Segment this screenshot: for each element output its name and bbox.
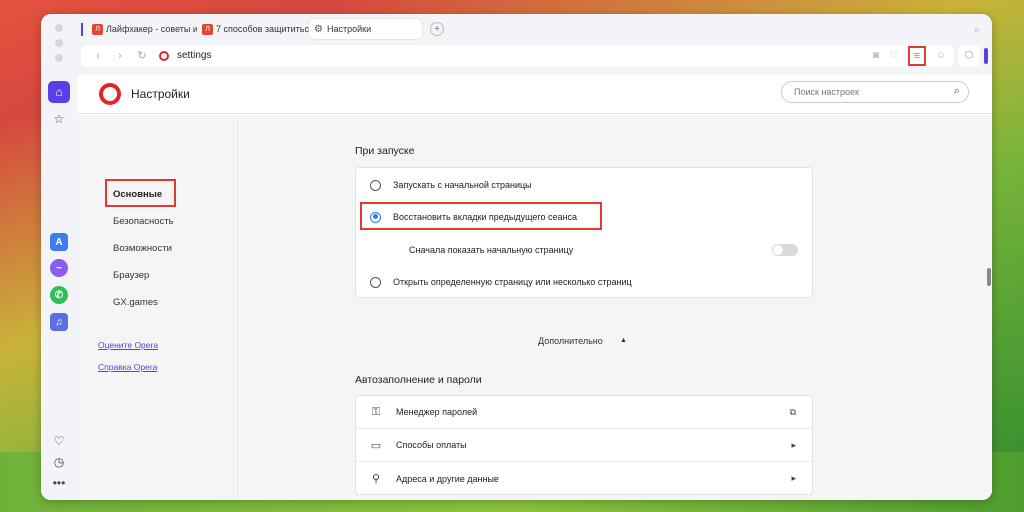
- opera-logo-icon: [99, 82, 121, 105]
- cube-icon[interactable]: ⬡: [958, 44, 980, 67]
- home-icon[interactable]: ⌂: [48, 81, 70, 103]
- tab-label: Лайфхакер - советы и лайфхаки: [106, 24, 197, 34]
- tab-search-icon[interactable]: ⌕: [974, 24, 980, 37]
- tab-lifehacker[interactable]: Л Лайфхакер - советы и лайфхаки: [87, 19, 197, 39]
- url-text[interactable]: settings: [177, 50, 211, 61]
- nav-item-gx-games[interactable]: GX.games: [113, 297, 158, 308]
- opera-logo-icon: [159, 50, 169, 61]
- password-manager-row[interactable]: ⚿ Менеджер паролей ⧉: [356, 396, 812, 429]
- caret-up-icon[interactable]: ▲: [620, 337, 627, 344]
- open-external-icon[interactable]: ⧉: [790, 407, 796, 418]
- messenger-icon[interactable]: ~: [48, 257, 70, 279]
- tab-strip: Л Лайфхакер - советы и лайфхаки Л 7 спос…: [81, 18, 444, 40]
- tab-group-marker: [81, 22, 85, 36]
- zoom-window-button[interactable]: [55, 54, 63, 62]
- settings-content: При запуске Запускать с начальной страни…: [240, 115, 992, 500]
- show-start-page-toggle[interactable]: [772, 244, 798, 256]
- startup-option-start-page[interactable]: Запускать с начальной страницы: [356, 178, 812, 192]
- tab-settings[interactable]: ⚙ Настройки: [309, 19, 422, 39]
- radio-button-selected[interactable]: [370, 211, 381, 223]
- addresses-row[interactable]: ⚲ Адреса и другие данные ▸: [356, 462, 812, 495]
- startup-section-title: При запуске: [355, 145, 415, 157]
- back-icon[interactable]: ‹: [87, 50, 109, 62]
- player-icon[interactable]: ♫: [48, 311, 70, 333]
- search-icon[interactable]: ⌕: [954, 85, 960, 98]
- forward-icon[interactable]: ›: [109, 50, 131, 62]
- search-settings-input[interactable]: Поиск настроек ⌕: [781, 81, 969, 103]
- easy-setup-menu-icon[interactable]: ≡: [907, 45, 926, 66]
- nav-item-basic[interactable]: Основные: [113, 189, 162, 200]
- new-tab-button[interactable]: +: [430, 22, 444, 36]
- startup-option-restore-tabs[interactable]: Восстановить вкладки предыдущего сеанса: [356, 210, 812, 224]
- location-pin-icon: ⚲: [371, 473, 381, 485]
- chevron-right-icon[interactable]: ▸: [791, 473, 796, 484]
- radio-button[interactable]: [370, 179, 381, 191]
- page-header: Настройки Поиск настроек ⌕: [77, 74, 992, 114]
- search-placeholder: Поиск настроек: [794, 87, 859, 97]
- tab-protection-article[interactable]: Л 7 способов защититься: [197, 19, 309, 39]
- address-bar-actions: ◙ ♡ ≡ ☺: [873, 45, 954, 66]
- opera-sidebar: ⌂ ☆ A ~ ✆ ♫ ♡ ◷ •••: [41, 14, 76, 500]
- autofill-section-title: Автозаполнение и пароли: [355, 374, 482, 386]
- chevron-right-icon[interactable]: ▸: [791, 440, 796, 451]
- sidebar-accent-bar: [984, 47, 988, 64]
- address-bar[interactable]: ‹ › ↻ settings ◙ ♡ ≡ ☺: [81, 44, 954, 67]
- profile-icon[interactable]: ☺: [936, 50, 946, 61]
- row-label: Адреса и другие данные: [396, 473, 499, 484]
- camera-icon[interactable]: ◙: [873, 50, 879, 61]
- minimize-window-button[interactable]: [55, 39, 63, 47]
- browser-window: ⌂ ☆ A ~ ✆ ♫ ♡ ◷ ••• Л Лайфхакер - советы…: [41, 14, 992, 500]
- payment-methods-row[interactable]: ▭ Способы оплаты ▸: [356, 429, 812, 462]
- show-start-page-first-row: Сначала показать начальную страницу: [356, 243, 812, 257]
- heart-icon[interactable]: ♡: [48, 430, 70, 452]
- tab-label: 7 способов защититься: [216, 24, 309, 34]
- heart-bookmark-icon[interactable]: ♡: [889, 50, 898, 61]
- nav-item-security[interactable]: Безопасность: [113, 216, 174, 227]
- row-label: Менеджер паролей: [396, 407, 478, 417]
- rate-opera-link[interactable]: Оцените Opera: [98, 340, 158, 350]
- startup-option-specific-pages[interactable]: Открыть определенную страницу или нескол…: [356, 275, 812, 289]
- lifehacker-favicon-icon: Л: [92, 23, 103, 35]
- row-label: Способы оплаты: [396, 440, 467, 450]
- tab-label: Настройки: [326, 24, 372, 34]
- credit-card-icon: ▭: [370, 439, 382, 452]
- lifehacker-favicon-icon: Л: [202, 23, 213, 35]
- nav-item-browser[interactable]: Браузер: [113, 270, 149, 281]
- app-store-icon[interactable]: A: [48, 231, 70, 253]
- nav-item-features[interactable]: Возможности: [113, 243, 172, 254]
- advanced-toggle[interactable]: Дополнительно: [538, 336, 603, 346]
- option-label: Восстановить вкладки предыдущего сеанса: [393, 212, 577, 222]
- key-icon: ⚿: [371, 405, 381, 418]
- gear-icon: ⚙: [314, 23, 323, 35]
- scrollbar-thumb[interactable]: [987, 268, 991, 286]
- option-label: Открыть определенную страницу или нескол…: [393, 277, 632, 287]
- reload-icon[interactable]: ↻: [131, 49, 153, 62]
- option-label: Запускать с начальной страницы: [393, 180, 532, 190]
- more-icon[interactable]: •••: [48, 472, 70, 494]
- option-label: Сначала показать начальную страницу: [409, 245, 574, 255]
- autofill-card: ⚿ Менеджер паролей ⧉ ▭ Способы оплаты ▸ …: [355, 395, 813, 495]
- page-title: Настройки: [131, 86, 190, 101]
- star-icon[interactable]: ☆: [48, 108, 70, 130]
- opera-help-link[interactable]: Справка Opera: [98, 362, 157, 372]
- address-bar-row: ‹ › ↻ settings ◙ ♡ ≡ ☺ ⬡: [81, 44, 988, 67]
- startup-card: Запускать с начальной страницы Восстанов…: [355, 167, 813, 298]
- clock-icon[interactable]: ◷: [48, 451, 70, 473]
- settings-page: Настройки Поиск настроек ⌕ Основные Безо…: [77, 74, 992, 500]
- radio-button[interactable]: [370, 276, 381, 288]
- settings-nav: Основные Безопасность Возможности Браузе…: [77, 115, 239, 500]
- whatsapp-icon[interactable]: ✆: [48, 284, 70, 306]
- close-window-button[interactable]: [55, 24, 63, 32]
